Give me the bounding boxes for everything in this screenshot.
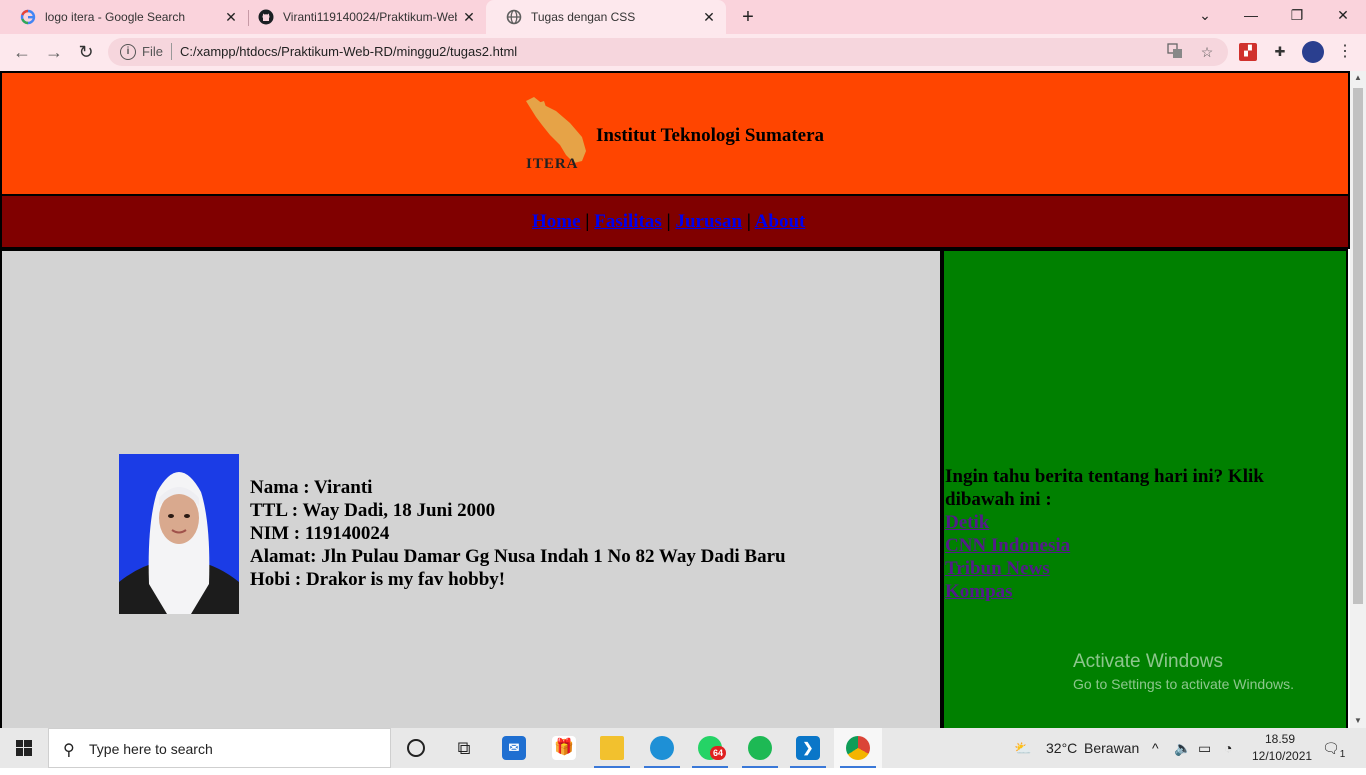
whatsapp-badge: 64 — [710, 746, 726, 760]
scrollbar-thumb[interactable] — [1353, 88, 1363, 604]
search-placeholder: Type here to search — [89, 741, 213, 757]
page-viewport: ITERA Institut Teknologi Sumatera Home |… — [0, 71, 1350, 728]
battery-icon[interactable]: ▭ — [1198, 728, 1211, 768]
clock-time: 18.59 — [1264, 732, 1296, 746]
news-link-kompas[interactable]: Kompas — [945, 580, 1070, 603]
forward-arrow-icon[interactable]: → — [42, 40, 66, 64]
watermark-subtitle: Go to Settings to activate Windows. — [1073, 676, 1294, 692]
chrome-icon[interactable] — [834, 728, 882, 768]
extension-icon[interactable]: ▞ — [1239, 43, 1257, 61]
windows-taskbar: ⚲ Type here to search ⧉ ✉ 🎁 64 ❯ ⛅ 32°C … — [0, 728, 1366, 768]
notification-count: 1 — [1339, 748, 1346, 760]
weather-desc[interactable]: Berawan — [1084, 728, 1139, 768]
mail-icon[interactable]: ✉ — [490, 728, 538, 768]
weather-icon[interactable]: ⛅ — [1014, 728, 1031, 768]
profile-avatar[interactable] — [1302, 41, 1324, 63]
news-intro: Ingin tahu berita tentang hari ini? Klik… — [945, 466, 1264, 510]
bookmark-star-icon[interactable]: ☆ — [1198, 43, 1216, 61]
news-link-tribun-news[interactable]: Tribun News — [945, 557, 1070, 580]
news-link-list: Detik CNN Indonesia Tribun News Kompas — [945, 511, 1070, 603]
site-header: ITERA Institut Teknologi Sumatera — [0, 71, 1350, 196]
weather-temp[interactable]: 32°C — [1046, 728, 1077, 768]
whatsapp-icon[interactable]: 64 — [686, 728, 734, 768]
browser-tab-strip: logo itera - Google Search ✕ Viranti1191… — [0, 0, 1366, 34]
nav-separator: | — [666, 211, 671, 232]
clock-date: 12/10/2021 — [1252, 749, 1313, 763]
wifi-icon[interactable]: ◔ — [1224, 728, 1232, 768]
browser-toolbar: ← → ↻ i File C:/xampp/htdocs/Praktikum-W… — [0, 34, 1366, 71]
bio-hobi: Hobi : Drakor is my fav hobby! — [250, 569, 506, 590]
google-icon — [20, 9, 36, 25]
gift-app-icon[interactable]: 🎁 — [540, 728, 588, 768]
nav-link-fasilitas[interactable]: Fasilitas — [594, 211, 662, 232]
close-tab-icon[interactable]: ✕ — [461, 9, 477, 25]
tab-title: Viranti119140024/Praktikum-Web — [283, 10, 457, 24]
main-content: Nama : Viranti TTL : Way Dadi, 18 Juni 2… — [0, 249, 942, 728]
bio-block: Nama : Viranti TTL : Way Dadi, 18 Juni 2… — [250, 476, 786, 591]
bio-nama: Nama : Viranti — [250, 477, 373, 498]
scroll-down-arrow-icon[interactable]: ▼ — [1350, 714, 1366, 728]
address-bar[interactable]: i File C:/xampp/htdocs/Praktikum-Web-RD/… — [108, 38, 1228, 66]
volume-icon[interactable]: 🔈 — [1174, 728, 1191, 768]
task-view-icon[interactable]: ⧉ — [440, 728, 488, 768]
close-window-button[interactable]: ✕ — [1320, 0, 1366, 30]
nav-link-home[interactable]: Home — [532, 211, 581, 232]
info-icon[interactable]: i — [120, 44, 136, 60]
nav-link-jurusan[interactable]: Jurusan — [675, 211, 742, 232]
news-link-detik[interactable]: Detik — [945, 511, 1070, 534]
puzzle-extensions-icon[interactable]: ✚ — [1271, 43, 1289, 61]
site-title: Institut Teknologi Sumatera — [596, 125, 825, 146]
globe-icon — [506, 9, 522, 25]
back-arrow-icon[interactable]: ← — [10, 40, 34, 64]
close-tab-icon[interactable]: ✕ — [223, 9, 239, 25]
tab-search-chevron-icon[interactable]: ⌄ — [1182, 0, 1228, 30]
minimize-button[interactable]: — — [1228, 0, 1274, 30]
tab-tugas-css[interactable]: Tugas dengan CSS ✕ — [486, 0, 726, 34]
page-scrollbar[interactable]: ▲ ▼ — [1350, 71, 1366, 728]
taskbar-search-box[interactable]: ⚲ Type here to search — [48, 728, 391, 768]
tab-title: logo itera - Google Search — [45, 10, 186, 24]
menu-kebab-icon[interactable]: ⋮ — [1336, 43, 1354, 61]
spotify-icon[interactable] — [736, 728, 784, 768]
url-text[interactable]: C:/xampp/htdocs/Praktikum-Web-RD/minggu2… — [180, 44, 517, 59]
logo-text: ITERA — [526, 156, 579, 172]
address-divider — [171, 43, 172, 60]
edge-icon[interactable] — [638, 728, 686, 768]
bio-nim: NIM : 119140024 — [250, 523, 390, 544]
bio-ttl: TTL : Way Dadi, 18 Juni 2000 — [250, 500, 496, 521]
reload-icon[interactable]: ↻ — [74, 40, 98, 64]
profile-photo — [119, 454, 239, 614]
scroll-up-arrow-icon[interactable]: ▲ — [1350, 71, 1366, 85]
tab-title: Tugas dengan CSS — [531, 10, 636, 24]
close-tab-icon[interactable]: ✕ — [701, 9, 717, 25]
github-icon — [258, 9, 274, 25]
restore-button[interactable]: ❐ — [1274, 0, 1320, 30]
search-icon: ⚲ — [63, 742, 75, 759]
notification-center-icon[interactable]: 🗨1 — [1322, 728, 1345, 768]
bio-alamat: Alamat: Jln Pulau Damar Gg Nusa Indah 1 … — [250, 546, 786, 567]
show-hidden-icons-chevron-icon[interactable]: ^ — [1152, 728, 1159, 768]
news-link-cnn-indonesia[interactable]: CNN Indonesia — [945, 534, 1070, 557]
nav-link-about[interactable]: About — [755, 211, 806, 232]
new-tab-button[interactable]: + — [738, 5, 758, 29]
windows-logo-icon — [16, 740, 32, 756]
taskbar-clock[interactable]: 18.59 12/10/2021 — [1252, 731, 1313, 765]
file-explorer-icon[interactable] — [588, 728, 636, 768]
translate-icon[interactable] — [1166, 43, 1184, 61]
nav-separator: | — [585, 211, 590, 232]
tab-google-search[interactable]: logo itera - Google Search ✕ — [0, 0, 248, 34]
start-button[interactable] — [0, 728, 48, 768]
watermark-title: Activate Windows — [1073, 651, 1223, 672]
tab-github[interactable]: Viranti119140024/Praktikum-Web ✕ — [238, 0, 486, 34]
cortana-icon[interactable] — [392, 728, 440, 768]
scheme-label: File — [142, 44, 163, 59]
activate-windows-watermark: Activate Windows Go to Settings to activ… — [1073, 651, 1294, 692]
nav-separator: | — [746, 211, 751, 232]
vscode-icon[interactable]: ❯ — [784, 728, 832, 768]
site-nav: Home | Fasilitas | Jurusan | About — [0, 194, 1350, 249]
